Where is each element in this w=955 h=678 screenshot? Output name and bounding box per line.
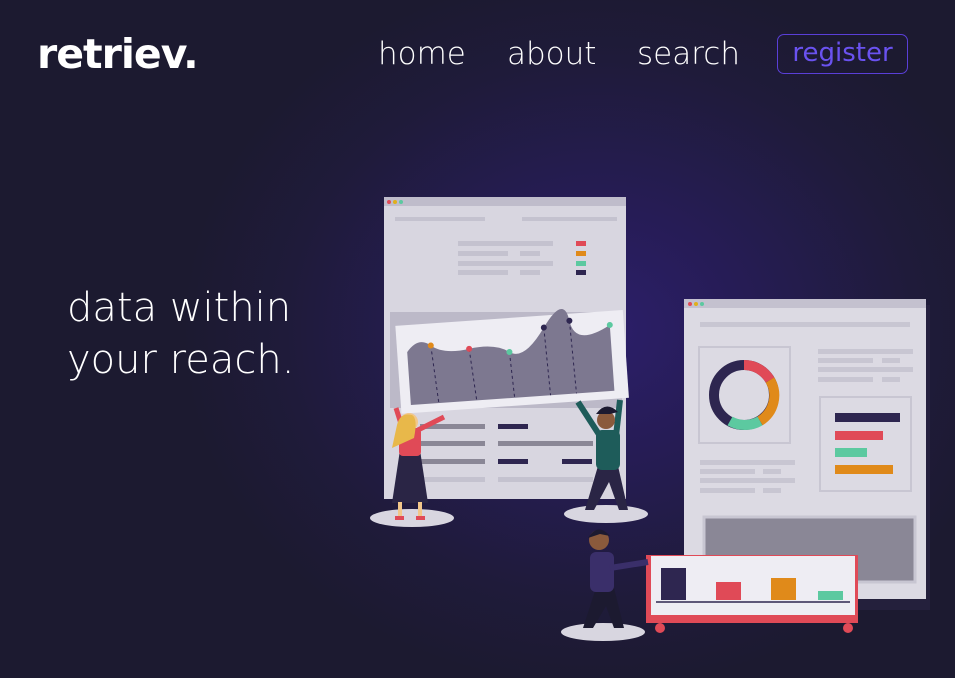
person-pushing-cart: [561, 529, 649, 641]
hero-heading: data within your reach.: [67, 282, 294, 386]
bar-chart-cart: [646, 555, 858, 633]
hero-line-1: data within: [67, 285, 292, 331]
register-button[interactable]: register: [777, 34, 908, 74]
nav-search-link[interactable]: search: [637, 36, 740, 72]
dashboard-illustration: [370, 197, 930, 641]
nav-home-link[interactable]: home: [378, 36, 466, 72]
main-nav: home about search register: [0, 34, 955, 78]
nav-about-link[interactable]: about: [507, 36, 596, 72]
hero-line-2: your reach.: [67, 337, 295, 383]
